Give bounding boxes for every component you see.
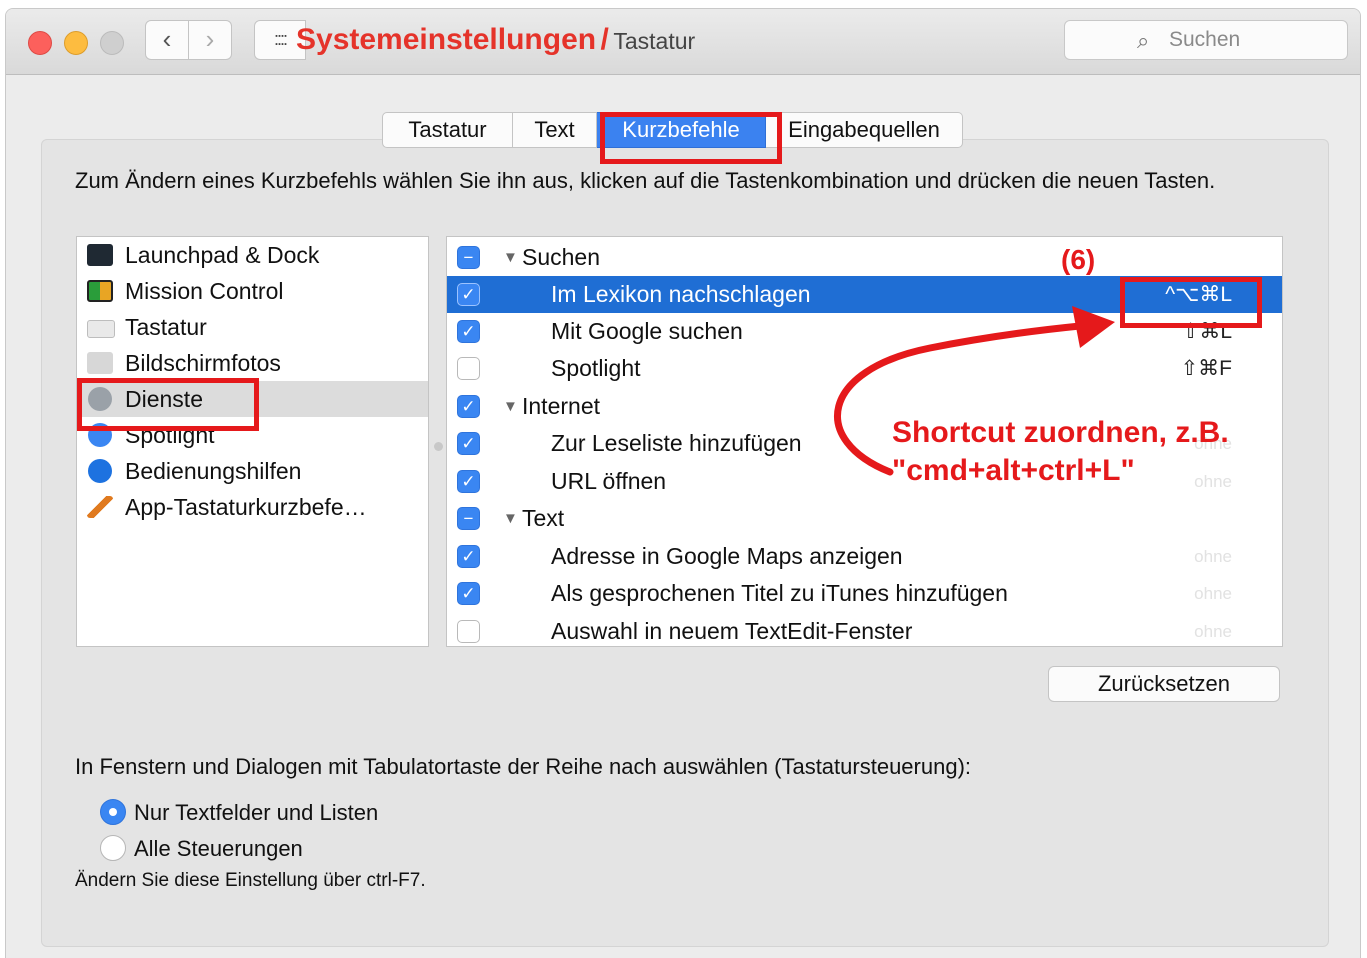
screenshot-icon (87, 352, 113, 374)
service-label: Adresse in Google Maps anzeigen (551, 543, 903, 569)
title-separator: / (600, 23, 609, 56)
category-label: Tastatur (125, 314, 207, 340)
service-row-itunes[interactable]: ✓ Als gesprochenen Titel zu iTunes hinzu… (447, 575, 1282, 612)
search-field[interactable]: ⌕ Suchen (1064, 20, 1348, 60)
radio-label: Alle Steuerungen (134, 836, 303, 861)
hint-text: Ändern Sie diese Einstellung über ctrl-F… (75, 870, 426, 891)
service-label: Zur Leseliste hinzufügen (551, 430, 802, 456)
checkbox[interactable]: ✓ (457, 283, 480, 306)
close-window-button[interactable] (28, 31, 52, 55)
title-sub: Tastatur (613, 28, 696, 54)
checkbox[interactable]: ✓ (457, 470, 480, 493)
minimize-window-button[interactable] (64, 31, 88, 55)
category-tastatur[interactable]: Tastatur (77, 309, 428, 345)
search-icon: ⌕ (1137, 28, 1150, 53)
shortcut-field[interactable]: ohne (1194, 538, 1232, 575)
annotation-text: Shortcut zuordnen, z.B. "cmd+alt+ctrl+L" (892, 414, 1229, 490)
app-shortcuts-icon (87, 496, 113, 518)
annotation-line-1: Shortcut zuordnen, z.B. (892, 416, 1229, 449)
checkbox[interactable] (457, 620, 480, 643)
launchpad-dock-icon (87, 244, 113, 266)
category-label: Mission Control (125, 278, 284, 304)
group-label: Suchen (522, 244, 601, 270)
splitter-handle[interactable] (434, 442, 443, 451)
disclosure-triangle-icon[interactable]: ▼ (503, 239, 518, 276)
window-title: Systemeinstellungen / Tastatur (296, 23, 695, 57)
radio-button[interactable] (100, 799, 126, 825)
title-main: Systemeinstellungen (296, 23, 597, 56)
radio-label: Nur Textfelder und Listen (134, 800, 379, 825)
service-row-maps[interactable]: ✓ Adresse in Google Maps anzeigen ohne (447, 538, 1282, 575)
annotation-number: (6) (1061, 244, 1096, 275)
category-bedienungshilfen[interactable]: Bedienungshilfen (77, 453, 428, 489)
title-bar: ‹ › :::: Systemeinstellungen / Tastatur … (6, 9, 1360, 75)
group-row-text[interactable]: − ▼ Text (447, 500, 1282, 537)
group-row-suchen[interactable]: − ▼ Suchen (447, 239, 1282, 276)
checkbox[interactable]: ✓ (457, 395, 480, 418)
shortcut-field[interactable]: ohne (1194, 575, 1232, 612)
tab-tastatur[interactable]: Tastatur (382, 112, 513, 148)
service-label: Als gesprochenen Titel zu iTunes hinzufü… (551, 580, 1008, 606)
service-label: Im Lexikon nachschlagen (551, 281, 811, 307)
keyboard-icon (87, 320, 115, 338)
radio-button[interactable] (100, 835, 126, 861)
category-label: Bedienungshilfen (125, 458, 302, 484)
category-label: Bildschirmfotos (125, 350, 281, 376)
mixed-checkbox[interactable]: − (457, 246, 480, 269)
mission-control-icon (87, 280, 113, 302)
highlight-box-dienste (77, 378, 259, 431)
zoom-window-button[interactable] (100, 31, 124, 55)
disclosure-triangle-icon[interactable]: ▼ (503, 388, 518, 425)
tab-eingabequellen[interactable]: Eingabequellen (766, 112, 963, 148)
category-list[interactable]: Launchpad & Dock Mission Control Tastatu… (76, 236, 429, 647)
shortcut-field[interactable]: ⇧⌘F (1181, 350, 1232, 387)
category-label: App-Tastaturkurzbefe… (125, 494, 367, 520)
service-label: Auswahl in neuem TextEdit-Fenster (551, 618, 913, 644)
reset-button[interactable]: Zurücksetzen (1048, 666, 1280, 702)
service-label: Mit Google suchen (551, 318, 743, 344)
grid-icon: :::: (273, 29, 288, 49)
disclosure-triangle-icon[interactable]: ▼ (503, 500, 518, 537)
checkbox[interactable]: ✓ (457, 432, 480, 455)
chevron-left-icon: ‹ (162, 24, 172, 54)
search-placeholder: Suchen (1169, 28, 1241, 51)
category-label: Launchpad & Dock (125, 242, 320, 268)
group-label: Internet (522, 393, 600, 419)
checkbox[interactable]: ✓ (457, 320, 480, 343)
back-button[interactable]: ‹ (145, 20, 189, 60)
tab-text[interactable]: Text (513, 112, 597, 148)
highlight-box-shortcut (1120, 277, 1262, 328)
category-mission-control[interactable]: Mission Control (77, 273, 428, 309)
annotation-line-2: "cmd+alt+ctrl+L" (892, 454, 1135, 487)
category-bildschirmfotos[interactable]: Bildschirmfotos (77, 345, 428, 381)
checkbox[interactable]: ✓ (457, 545, 480, 568)
category-app-shortcuts[interactable]: App-Tastaturkurzbefe… (77, 489, 428, 525)
group-label: Text (522, 505, 565, 531)
shortcut-field[interactable]: ohne (1194, 613, 1232, 646)
service-label: URL öffnen (551, 468, 667, 494)
checkbox[interactable] (457, 357, 480, 380)
service-label: Spotlight (551, 355, 641, 381)
chevron-right-icon: › (205, 24, 215, 54)
tab-navigation-label: In Fenstern und Dialogen mit Tabulatorta… (75, 754, 972, 779)
highlight-box-tab (600, 112, 782, 164)
mixed-checkbox[interactable]: − (457, 507, 480, 530)
service-row-textedit[interactable]: Auswahl in neuem TextEdit-Fenster ohne (447, 613, 1282, 646)
forward-button[interactable]: › (188, 20, 232, 60)
checkbox[interactable]: ✓ (457, 582, 480, 605)
category-launchpad-dock[interactable]: Launchpad & Dock (77, 237, 428, 273)
accessibility-icon (88, 459, 112, 483)
description-text: Zum Ändern eines Kurzbefehls wählen Sie … (75, 168, 1216, 193)
